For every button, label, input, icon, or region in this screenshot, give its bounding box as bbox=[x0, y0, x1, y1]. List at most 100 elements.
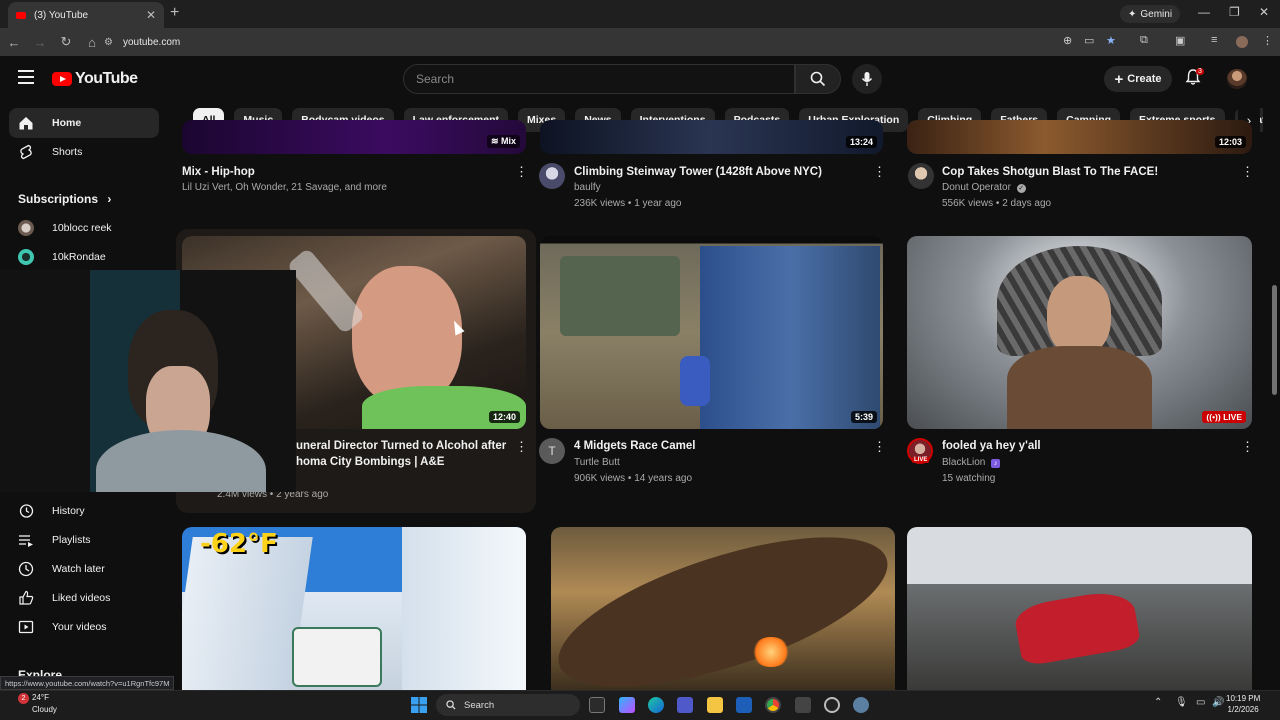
browser-tab[interactable]: (3) YouTube ✕ bbox=[8, 2, 164, 28]
sidebar-item-channel[interactable]: 10kRondae bbox=[9, 242, 159, 272]
voice-search-button[interactable] bbox=[852, 64, 882, 94]
sidebar-item-channel[interactable]: 10blocc reek bbox=[9, 213, 159, 243]
sidebar-item-shorts[interactable]: Shorts bbox=[9, 137, 159, 167]
youtube-play-logo-icon bbox=[52, 72, 72, 86]
thumbnail-wall bbox=[700, 246, 880, 429]
video-title[interactable]: Mix - Hip-hop bbox=[182, 164, 255, 180]
minimize-window-icon[interactable]: — bbox=[1198, 5, 1210, 19]
browser-menu-icon[interactable]: ⋮ bbox=[1262, 34, 1273, 47]
back-icon[interactable]: ← bbox=[2, 35, 26, 50]
thumbnail-figure bbox=[680, 356, 710, 406]
video-title[interactable]: Climbing Steinway Tower (1428ft Above NY… bbox=[574, 164, 822, 180]
channel-name[interactable]: Turtle Butt bbox=[574, 455, 620, 471]
edge-icon[interactable] bbox=[648, 697, 664, 713]
video-duration: 12:03 bbox=[1214, 136, 1246, 148]
weather-widget[interactable]: 2 24°F Cloudy bbox=[18, 692, 57, 715]
video-title[interactable]: fooled ya hey y'all bbox=[942, 438, 1041, 454]
app-icon[interactable] bbox=[795, 697, 811, 713]
task-view-icon[interactable] bbox=[589, 697, 605, 713]
store-icon[interactable] bbox=[736, 697, 752, 713]
clock-time: 10:19 PM bbox=[1226, 694, 1261, 703]
sidebar-item-home[interactable]: Home bbox=[9, 108, 159, 138]
more-actions-icon[interactable]: ⋮ bbox=[1241, 164, 1254, 180]
network-icon[interactable]: ▭ bbox=[1196, 697, 1205, 708]
sidebar-item-label: 10blocc reek bbox=[52, 222, 112, 234]
chrome-icon[interactable] bbox=[765, 697, 781, 713]
video-title[interactable]: 4 Midgets Race Camel bbox=[574, 438, 695, 454]
windows-start-icon[interactable] bbox=[411, 697, 427, 713]
extensions-icon[interactable]: ⧉ bbox=[1140, 34, 1148, 47]
more-actions-icon[interactable]: ⋮ bbox=[515, 439, 528, 455]
video-title[interactable]: Cop Takes Shotgun Blast To The FACE! bbox=[942, 164, 1158, 180]
video-duration: 13:24 bbox=[845, 136, 877, 148]
channel-avatar[interactable]: T bbox=[539, 438, 565, 464]
search-input[interactable]: Search bbox=[403, 64, 795, 94]
youtube-logo[interactable]: YouTube bbox=[52, 70, 138, 88]
video-thumbnail[interactable]: -62°F bbox=[182, 527, 526, 690]
home-icon[interactable]: ⌂ bbox=[80, 35, 104, 50]
bookmark-star-icon[interactable]: ★ bbox=[1106, 34, 1116, 47]
channel-name[interactable]: Donut Operator bbox=[942, 182, 1011, 193]
sidebar-item-label: 10kRondae bbox=[52, 251, 106, 263]
thumbnail-fur bbox=[1007, 346, 1152, 429]
page-scrollbar-thumb[interactable] bbox=[1272, 285, 1277, 395]
browser-tab-strip bbox=[0, 0, 1280, 28]
video-thumbnail[interactable]: 13:24 bbox=[540, 120, 883, 154]
video-thumbnail[interactable]: 12:03 bbox=[907, 120, 1252, 154]
gemini-button[interactable]: ✦ Gemini bbox=[1120, 5, 1181, 23]
profile-avatar-icon[interactable] bbox=[1236, 36, 1248, 48]
channel-name[interactable]: baulfy bbox=[574, 180, 601, 196]
video-thumbnail[interactable] bbox=[551, 527, 895, 690]
sidebar-item-your-videos[interactable]: Your videos bbox=[9, 612, 159, 642]
more-actions-icon[interactable]: ⋮ bbox=[1241, 439, 1254, 455]
close-tab-icon[interactable]: ✕ bbox=[146, 8, 156, 22]
address-bar[interactable]: ⚙ youtube.com bbox=[104, 32, 1274, 52]
video-thumbnail[interactable] bbox=[907, 527, 1252, 690]
channel-avatar[interactable] bbox=[539, 163, 565, 189]
video-thumbnail[interactable]: ≋ Mix bbox=[182, 120, 526, 154]
obs-icon[interactable] bbox=[824, 697, 840, 713]
search-button[interactable] bbox=[795, 64, 841, 94]
tab-title: (3) YouTube bbox=[34, 9, 89, 21]
channel-name[interactable]: BlackLion bbox=[942, 457, 985, 468]
video-thumbnail[interactable]: ((•)) LIVE bbox=[907, 236, 1252, 429]
more-actions-icon[interactable]: ⋮ bbox=[873, 439, 886, 455]
reload-icon[interactable]: ↻ bbox=[54, 34, 78, 50]
subscriptions-heading[interactable]: Subscriptions › bbox=[18, 192, 111, 206]
microphone-tray-icon[interactable]: 🎙 bbox=[1175, 697, 1188, 708]
teams-icon[interactable] bbox=[677, 697, 693, 713]
channel-avatar[interactable] bbox=[908, 163, 934, 189]
close-window-icon[interactable]: ✕ bbox=[1259, 5, 1269, 19]
file-explorer-icon[interactable] bbox=[707, 697, 723, 713]
zoom-icon[interactable]: ⊕ bbox=[1063, 34, 1072, 47]
sidebar-item-liked-videos[interactable]: Liked videos bbox=[9, 583, 159, 613]
sidebar-item-playlists[interactable]: Playlists bbox=[9, 525, 159, 555]
sidepanel-icon[interactable]: ▣ bbox=[1175, 34, 1185, 47]
search-icon bbox=[810, 71, 826, 87]
video-title-line1[interactable]: uneral Director Turned to Alcohol after bbox=[296, 438, 506, 454]
restore-window-icon[interactable]: ❐ bbox=[1229, 5, 1240, 19]
hamburger-menu-icon[interactable] bbox=[18, 70, 34, 84]
more-actions-icon[interactable]: ⋮ bbox=[873, 164, 886, 180]
more-actions-icon[interactable]: ⋮ bbox=[515, 164, 528, 180]
new-tab-button[interactable]: + bbox=[170, 4, 179, 22]
copilot-icon[interactable] bbox=[619, 697, 635, 713]
video-thumbnail[interactable]: 5:39 bbox=[540, 236, 883, 429]
home-icon bbox=[18, 115, 34, 131]
tray-overflow-icon[interactable]: ⌃ bbox=[1154, 697, 1162, 708]
site-info-icon[interactable]: ⚙ bbox=[104, 37, 113, 48]
settings-icon[interactable] bbox=[853, 697, 869, 713]
taskbar-search[interactable]: Search bbox=[436, 694, 580, 716]
taskbar-search-label: Search bbox=[464, 699, 495, 711]
volume-icon[interactable]: 🔊 bbox=[1212, 697, 1224, 708]
sidebar-item-history[interactable]: History bbox=[9, 496, 159, 526]
media-controls-icon[interactable]: ≡ bbox=[1211, 34, 1217, 46]
sidebar-item-watch-later[interactable]: Watch later bbox=[9, 554, 159, 584]
video-title-line2[interactable]: homa City Bombings | A&E bbox=[296, 454, 444, 470]
forward-icon[interactable]: → bbox=[28, 35, 52, 50]
search-placeholder: Search bbox=[416, 72, 455, 86]
install-app-icon[interactable]: ▭ bbox=[1084, 34, 1094, 47]
create-button[interactable]: + Create bbox=[1104, 66, 1172, 92]
account-avatar[interactable] bbox=[1227, 69, 1247, 89]
system-clock[interactable]: 10:19 PM 1/2/2026 bbox=[1226, 693, 1260, 715]
